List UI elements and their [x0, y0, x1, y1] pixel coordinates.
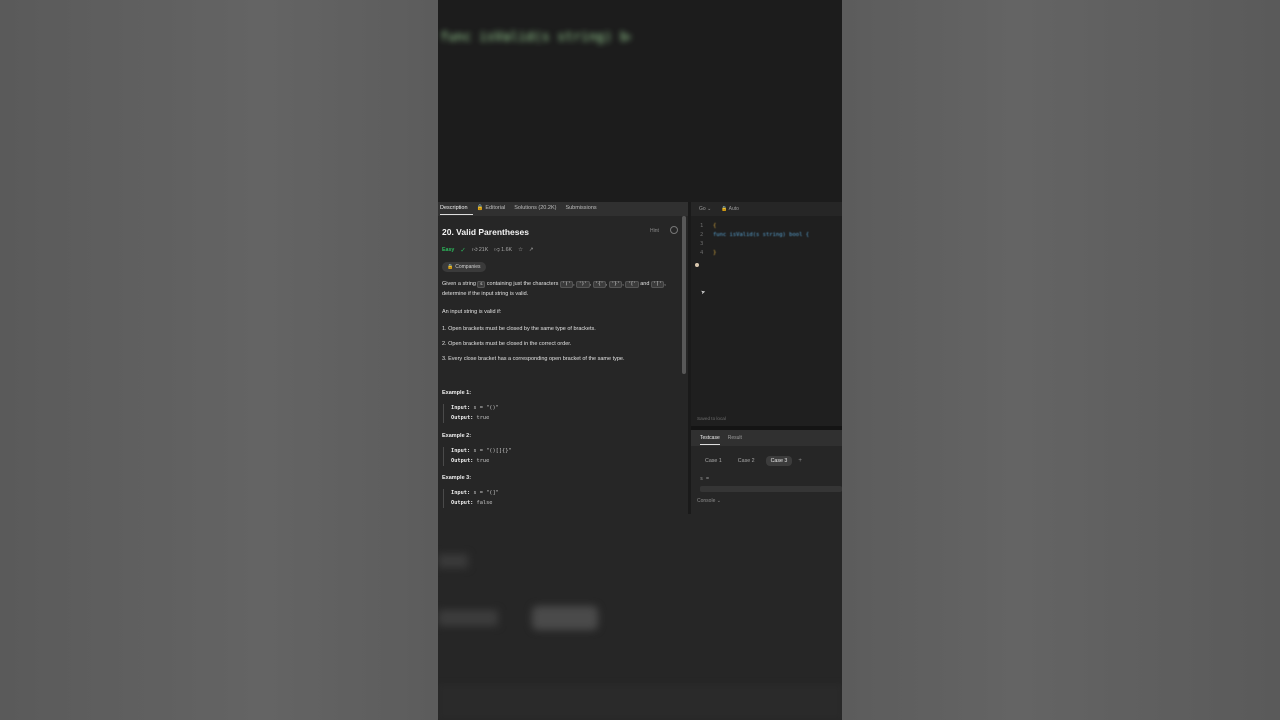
- testcase-input[interactable]: [700, 486, 842, 492]
- example-3-title: Example 3:: [442, 475, 472, 481]
- lock-icon: 🔒: [721, 206, 728, 212]
- line-number: 3: [700, 241, 704, 247]
- language-select[interactable]: Go ⌄: [699, 206, 711, 212]
- case-1-button[interactable]: Case 1: [700, 456, 727, 466]
- tab-solutions[interactable]: Solutions (20.2K): [512, 202, 563, 216]
- code-editor[interactable]: 1 { 2 func isValid(s string) bool { 3 4 …: [691, 216, 842, 426]
- companies-chip[interactable]: 🔒 Companies: [442, 262, 486, 272]
- char-code: '}': [608, 281, 623, 288]
- auto-toggle[interactable]: 🔒 Auto: [721, 206, 739, 212]
- case-selector: Case 1 Case 2 Case 3 +: [700, 456, 802, 466]
- tab-description[interactable]: Description: [438, 202, 475, 216]
- blurred-element: [438, 610, 498, 626]
- code-line: func isValid(s string) bool {: [713, 232, 810, 238]
- leetcode-window: Description 🔒 Editorial Solutions (20.2K)…: [438, 202, 842, 514]
- input-label: s =: [700, 476, 710, 482]
- editor-toolbar: Go ⌄ 🔒 Auto: [691, 202, 842, 216]
- blurred-zoom-top: func isValid(s string) bool {: [438, 0, 842, 202]
- var-s: s: [477, 281, 486, 288]
- example-1-block: Input: s = "()" Output: true: [443, 404, 681, 423]
- chevron-down-icon: ⌄: [716, 498, 721, 504]
- testcase-tabs: Testcase Result: [691, 430, 842, 446]
- saved-status: Saved to local: [697, 416, 726, 421]
- char-code: '(': [559, 281, 574, 288]
- line-number: 1: [700, 223, 704, 229]
- example-2-block: Input: s = "()[]{}" Output: true: [443, 447, 681, 466]
- lock-icon: 🔒: [447, 264, 454, 270]
- blurred-element: [438, 684, 842, 720]
- tab-submissions[interactable]: Submissions: [563, 202, 603, 216]
- code-line: {: [713, 223, 717, 229]
- mouse-cursor-icon: ➤: [699, 287, 707, 298]
- line-number: 2: [700, 232, 704, 238]
- testcase-panel: Testcase Result Case 1 Case 2 Case 3 + s…: [691, 430, 842, 514]
- letterbox-left: [0, 0, 438, 720]
- example-1-title: Example 1:: [442, 390, 472, 396]
- dislike-button[interactable]: 👎︎ 1.6K: [494, 247, 512, 253]
- case-2-button[interactable]: Case 2: [733, 456, 760, 466]
- char-code: ']': [650, 281, 665, 288]
- line-number: 4: [700, 250, 704, 256]
- problem-scrollbar[interactable]: [682, 216, 686, 374]
- rule-3: 3. Every close bracket has a correspondi…: [442, 356, 625, 362]
- chevron-down-icon: ⌄: [707, 206, 712, 212]
- case-3-button[interactable]: Case 3: [765, 456, 793, 466]
- rule-2: 2. Open brackets must be closed in the c…: [442, 341, 572, 347]
- thumbs-down-icon: 👎︎: [494, 247, 500, 253]
- problem-title: 20. Valid Parentheses: [442, 227, 529, 237]
- lock-icon: 🔒: [476, 205, 484, 211]
- valid-if-text: An input string is valid if:: [442, 309, 502, 315]
- letterbox-right: [842, 0, 1280, 720]
- blurred-element: [438, 554, 468, 568]
- tab-editorial[interactable]: 🔒 Editorial: [475, 202, 513, 216]
- problem-description: Given a string s containing just the cha…: [442, 281, 666, 297]
- thumbs-up-icon: 👍︎: [471, 247, 478, 253]
- blurred-element: [532, 606, 598, 630]
- char-code: '[': [625, 281, 639, 288]
- char-code: ')': [576, 281, 590, 288]
- problem-tabs: Description 🔒 Editorial Solutions (20.2K)…: [438, 202, 688, 216]
- blurred-code-snippet: func isValid(s string) bool {: [440, 30, 630, 44]
- share-icon[interactable]: ↗: [529, 247, 533, 253]
- rule-1: 1. Open brackets must be closed by the s…: [442, 326, 596, 332]
- difficulty-badge: Easy: [442, 247, 455, 253]
- timer-icon[interactable]: [670, 226, 678, 234]
- example-2-title: Example 2:: [442, 433, 472, 439]
- breakpoint-dot[interactable]: [695, 263, 699, 267]
- example-3-block: Input: s = "(]" Output: false: [443, 489, 681, 508]
- tab-testcase[interactable]: Testcase: [700, 430, 720, 446]
- star-icon[interactable]: ☆: [518, 247, 523, 253]
- char-code: '{': [592, 281, 606, 288]
- hint-button[interactable]: Hint: [650, 228, 659, 234]
- video-frame: func isValid(s string) bool { Descriptio…: [438, 0, 842, 720]
- problem-panel: Description 🔒 Editorial Solutions (20.2K)…: [438, 202, 688, 514]
- tab-result[interactable]: Result: [728, 430, 742, 446]
- code-panel: Go ⌄ 🔒 Auto 1 { 2 func isValid(s string)…: [691, 202, 842, 514]
- like-button[interactable]: 👍︎ 21K: [472, 247, 488, 253]
- console-button[interactable]: Console ⌄: [697, 498, 721, 504]
- add-case-icon[interactable]: +: [798, 458, 802, 464]
- solved-check-icon: ✓: [460, 247, 466, 254]
- blurred-zoom-bottom: [438, 514, 842, 720]
- code-line: }: [713, 250, 717, 256]
- problem-meta: Easy ✓ 👍︎ 21K 👎︎ 1.6K ☆ ↗: [442, 246, 533, 254]
